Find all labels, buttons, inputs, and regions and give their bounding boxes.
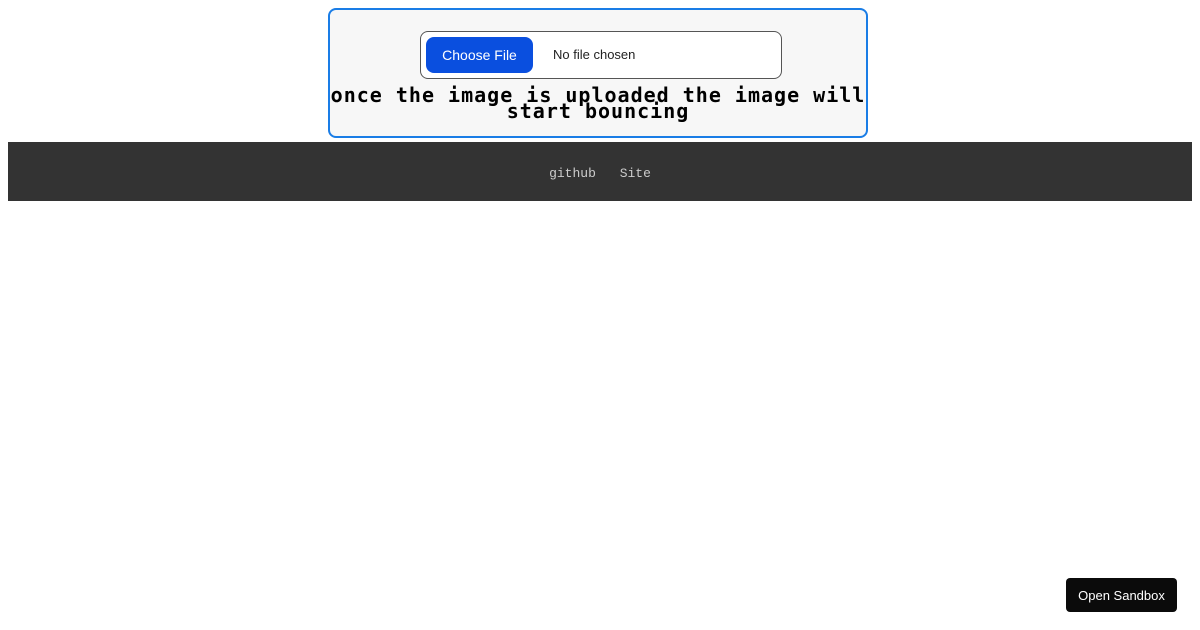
footer-links: github Site: [8, 166, 1192, 181]
site-link[interactable]: Site: [620, 166, 651, 181]
file-status-text: No file chosen: [553, 47, 636, 62]
choose-file-button[interactable]: Choose File: [426, 37, 533, 73]
open-sandbox-button[interactable]: Open Sandbox: [1066, 578, 1177, 612]
file-input[interactable]: Choose File No file chosen: [420, 31, 782, 79]
github-link[interactable]: github: [549, 166, 596, 181]
instruction-caption: once the image is uploaded the image wil…: [330, 83, 866, 123]
page: Choose File No file chosen once the imag…: [0, 0, 1200, 630]
footer: github Site: [8, 142, 1192, 201]
upload-card: Choose File No file chosen once the imag…: [328, 8, 868, 138]
